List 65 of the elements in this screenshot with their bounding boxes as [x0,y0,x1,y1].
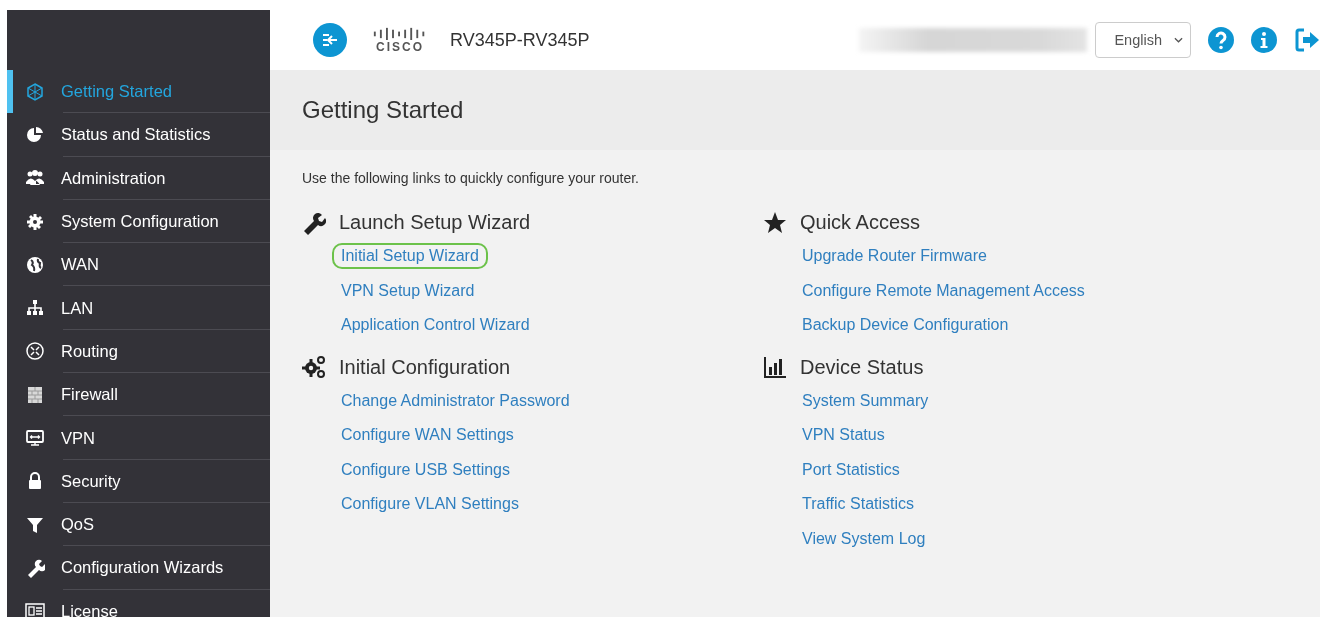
sidebar-item[interactable]: VPN [7,416,270,460]
sidebar-item[interactable]: Security [7,459,270,503]
sidebar-item[interactable]: QoS [7,502,270,547]
brick-wall-icon [25,384,45,405]
intro-text: Use the following links to quickly configure your router. [302,170,640,186]
sidebar-item[interactable]: System Configuration [7,199,270,244]
collapse-menu-icon[interactable] [313,23,347,57]
link[interactable]: Change Administrator Password [332,387,579,414]
monitor-icon [25,428,45,448]
caret-icon [1174,37,1183,43]
link[interactable]: Configure VLAN Settings [332,491,528,518]
sidebar-item[interactable]: Getting Started [7,70,270,114]
page-title: Getting Started [302,96,464,124]
help-icon[interactable] [1208,27,1234,53]
bar-chart-icon [763,355,787,379]
license-card-icon [25,601,45,617]
link[interactable]: Port Statistics [793,456,909,483]
link[interactable]: Configure USB Settings [332,456,519,483]
nav-label: Getting Started [61,82,172,102]
wrench-icon [302,210,326,235]
language-select[interactable]: English [1095,22,1191,58]
link[interactable]: Backup Device Configuration [793,312,1018,339]
nav-label: Administration [61,168,166,188]
link[interactable]: Upgrade Router Firmware [793,243,996,270]
gears-icon [302,355,326,379]
logo-text: CISCO [376,40,424,54]
link[interactable]: Initial Setup Wizard [332,243,488,270]
logout-icon[interactable] [1294,27,1320,53]
link[interactable]: System Summary [793,387,938,414]
link[interactable]: VPN Setup Wizard [332,277,484,304]
sidebar-item[interactable]: WAN [7,243,270,287]
link[interactable]: VPN Status [793,422,894,449]
nav-label: QoS [61,515,95,535]
link[interactable]: Traffic Statistics [793,491,924,518]
nav-label: Firewall [61,385,118,405]
section-title: Launch Setup Wizard [339,211,531,234]
sidebar-item[interactable]: Administration [7,156,270,200]
nav-label: Security [61,471,121,491]
nav-label: LAN [61,298,94,318]
sidebar-item[interactable]: Configuration Wizards [7,546,270,590]
link[interactable]: Configure WAN Settings [332,422,523,449]
gear-icon [25,211,45,232]
hexagon-globe-icon [25,81,45,102]
nav-label: VPN [61,428,95,448]
nav-label: Routing [61,341,118,361]
device-name: RV345P-RV345P [450,29,590,51]
star-icon [763,210,787,235]
sidebar-item[interactable]: Routing [7,329,270,374]
link[interactable]: View System Log [793,525,935,552]
sidebar-item[interactable]: Status and Statistics [7,113,270,157]
nav-label: Configuration Wizards [61,558,224,578]
section-title: Initial Configuration [339,355,511,379]
nav-label: WAN [61,255,99,275]
sidebar-item[interactable]: LAN [7,286,270,330]
globe-icon [25,254,45,275]
link[interactable]: Application Control Wizard [332,312,539,339]
section-title: Quick Access [800,211,921,234]
link[interactable]: Configure Remote Management Access [793,277,1094,304]
info-icon[interactable] [1251,27,1277,53]
nav-label: Status and Statistics [61,125,211,145]
section-title: Device Status [800,355,924,379]
pie-chart-icon [25,124,45,145]
sidebar-item[interactable]: Firewall [7,373,270,417]
nav-label: License [61,601,118,617]
nav-label: System Configuration [61,212,219,232]
